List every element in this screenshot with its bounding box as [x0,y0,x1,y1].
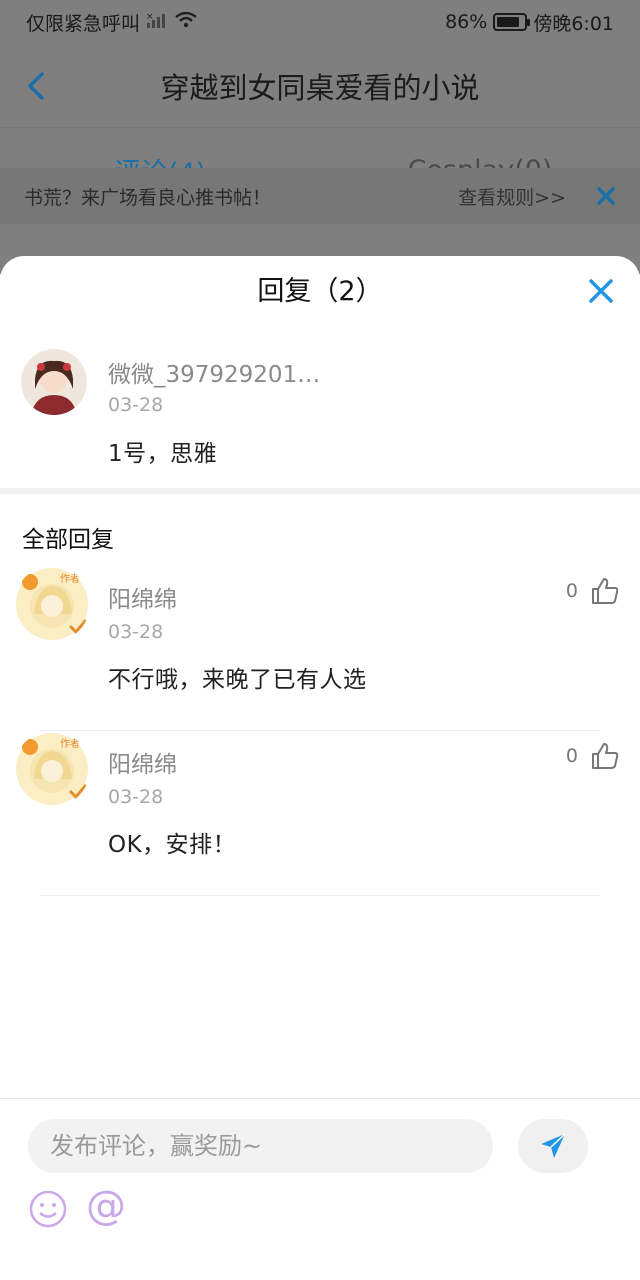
like-count: 0 [565,580,578,602]
reply-date: 03-28 [108,621,164,643]
reply-item: 作者 阳绵绵 03-28 OK，安排！ 0 [0,731,640,896]
avatar[interactable]: 作者 [14,731,90,807]
mention-icon[interactable]: @ [86,1183,126,1229]
carrier-text: 仅限紧急呼叫 [26,12,141,35]
reply-date: 03-28 [108,786,164,808]
thumbs-up-icon [592,578,619,604]
battery-percent: 86% [445,11,488,33]
battery-icon [493,13,531,31]
emoji-icon[interactable] [28,1189,68,1229]
wifi-icon [174,11,198,34]
author-badge: 作者 [60,739,80,750]
page-title: 穿越到女同桌爱看的小说 [160,70,480,105]
replier-name[interactable]: 阳绵绵 [108,580,177,614]
send-icon [541,1133,566,1158]
status-bar: 仅限紧急呼叫 × 86% 傍晚6:01 [0,0,640,44]
all-replies-title: 全部回复 [22,527,114,553]
comment-input[interactable]: 发布评论，赢奖励~ [28,1119,493,1173]
like-button[interactable]: 0 [566,576,620,606]
sheet-title: 回复（2） [257,276,383,307]
signal-icon: × [146,11,168,34]
comment-text: 1号，思雅 [108,441,218,467]
thumbs-up-icon [592,743,619,769]
reply-text: OK，安排！ [108,832,237,858]
reply-item: 作者 阳绵绵 03-28 不行哦，来晚了已有人选 0 [0,566,640,731]
comment-date: 03-28 [108,394,164,416]
reply-sheet: 回复（2） 微微_397929201… 03-28 1号，思雅 全部回复 作者 … [0,256,640,1280]
like-count: 0 [565,745,578,767]
back-arrow-icon[interactable] [22,68,52,104]
banner-close-icon[interactable] [596,186,616,206]
sheet-header: 回复（2） [0,256,640,328]
reply-text: 不行哦，来晚了已有人选 [108,667,367,693]
comment-composer: 发布评论，赢奖励~ @ [0,1098,640,1280]
close-icon[interactable] [588,278,614,304]
like-button[interactable]: 0 [566,741,620,771]
commenter-name[interactable]: 微微_397929201… [108,355,320,389]
background-page: 穿越到女同桌爱看的小说 评论(4) Cosplay(0) [0,44,640,274]
svg-text:×: × [146,12,154,22]
section-divider [0,488,640,494]
avatar[interactable]: 作者 [14,566,90,642]
banner-text[interactable]: 书荒？来广场看良心推书帖！ [24,183,271,210]
nav-bar: 穿越到女同桌爱看的小说 [0,44,640,128]
author-badge: 作者 [60,574,80,585]
reply-separator [40,895,600,896]
avatar[interactable] [21,349,87,415]
clock: 傍晚6:01 [533,12,614,35]
replier-name[interactable]: 阳绵绵 [108,745,177,779]
banner-rules-link[interactable]: 查看规则>> [458,183,566,210]
send-button[interactable] [518,1119,588,1173]
promo-banner: 书荒？来广场看良心推书帖！ 查看规则>> [0,168,640,224]
